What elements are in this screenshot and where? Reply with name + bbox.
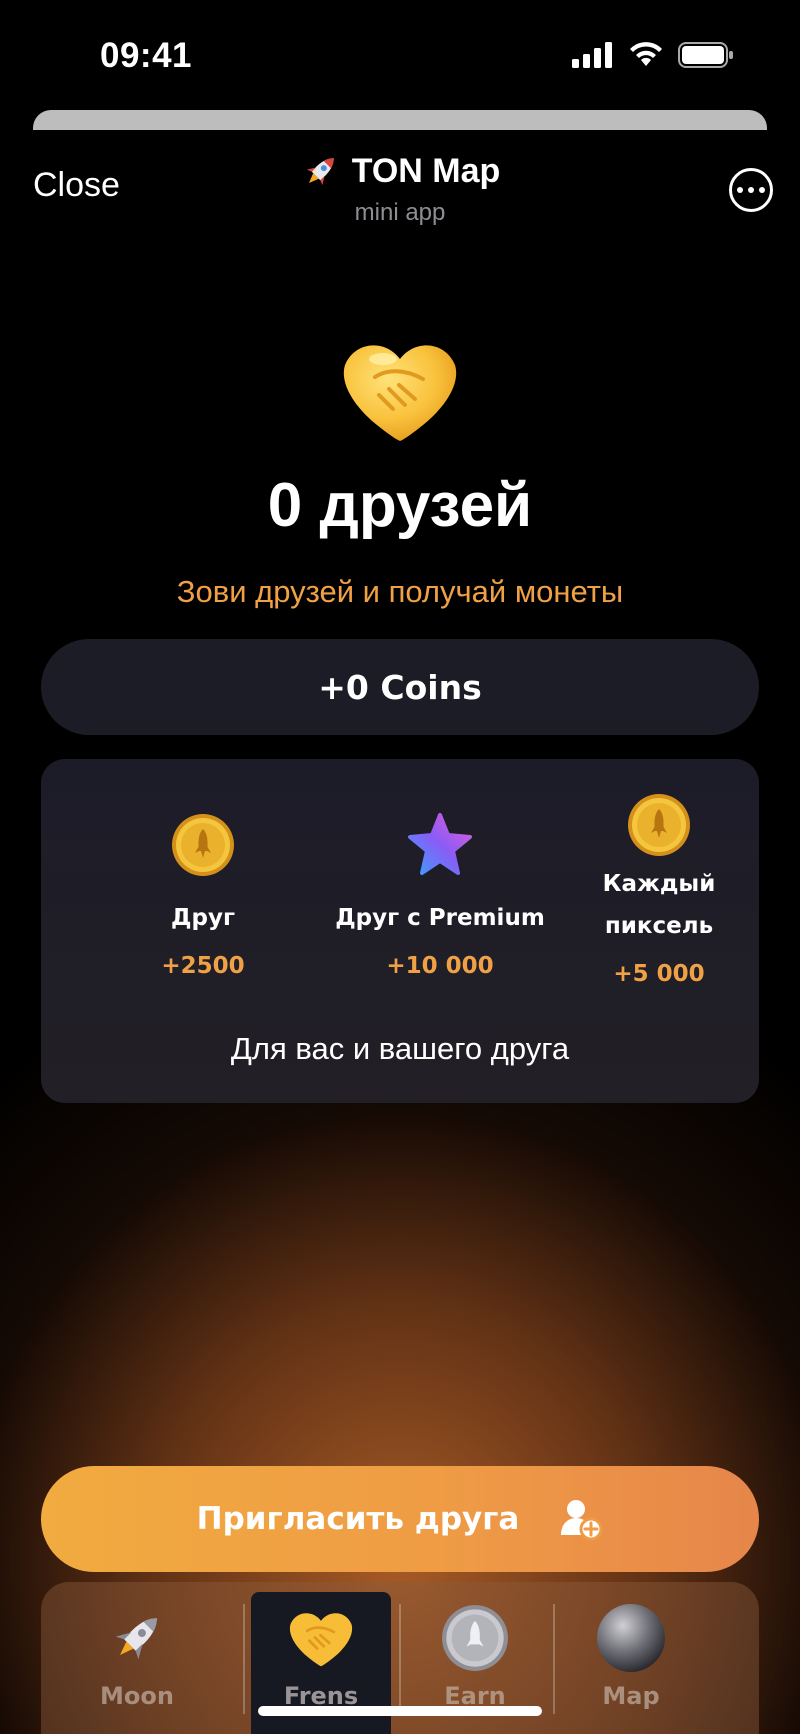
sheet-handle (33, 110, 767, 130)
reward-value: +2500 (161, 953, 245, 979)
tab-divider (553, 1604, 555, 1714)
premium-star-icon (408, 813, 472, 875)
tab-moon[interactable]: Moon (67, 1592, 207, 1734)
battery-icon (678, 42, 733, 68)
sphere-icon (597, 1604, 665, 1672)
coins-earned-pill: +0 Coins (41, 639, 759, 735)
app-subtitle: mini app (354, 199, 446, 226)
wifi-icon (630, 42, 662, 66)
reward-label-line1: Каждый (602, 871, 716, 897)
friends-subtitle: Зови друзей и получай монеты (176, 574, 624, 609)
rocket-icon (306, 158, 334, 186)
reward-friend: Друг +2500 (123, 811, 283, 979)
handshake-icon (289, 1613, 353, 1667)
status-time: 09:41 (100, 36, 193, 75)
reward-label: Друг с Premium (335, 905, 545, 931)
coin-rocket-icon (172, 814, 234, 876)
coin-rocket-icon (442, 1605, 508, 1671)
home-indicator (258, 1706, 542, 1716)
friends-count-title: 0 друзей (267, 471, 533, 540)
invite-friend-button[interactable]: Пригласить друга (41, 1466, 759, 1572)
invite-friend-label: Пригласить друга (196, 1501, 520, 1537)
reward-value: +10 000 (386, 953, 494, 979)
rewards-card: Друг +2500 Друг с Premium +10 000 Каждый… (41, 759, 759, 1103)
tab-divider (399, 1604, 401, 1714)
reward-value: +5 000 (613, 961, 705, 987)
reward-premium-friend: Друг с Premium +10 000 (295, 811, 585, 979)
app-title-text: TON Map (351, 151, 501, 190)
reward-label-line2: пиксель (604, 913, 714, 939)
reward-every-pixel: Каждый пиксель +5 000 (561, 791, 757, 987)
tab-divider (243, 1604, 245, 1714)
rewards-footer: Для вас и вашего друга (230, 1031, 570, 1066)
reward-label: Друг (171, 905, 235, 931)
coin-rocket-icon (628, 794, 690, 856)
tab-label: Moon (100, 1682, 174, 1710)
more-button[interactable] (729, 168, 773, 212)
status-icons (572, 42, 734, 68)
more-icon (737, 187, 743, 193)
signal-icon (572, 42, 612, 68)
handshake-icon (335, 325, 465, 455)
tab-label: Map (602, 1682, 660, 1710)
tab-map[interactable]: Map (561, 1592, 701, 1734)
rocket-icon (115, 1618, 157, 1660)
app-title: TON Map mini app (0, 150, 800, 227)
add-user-icon (561, 1500, 603, 1541)
